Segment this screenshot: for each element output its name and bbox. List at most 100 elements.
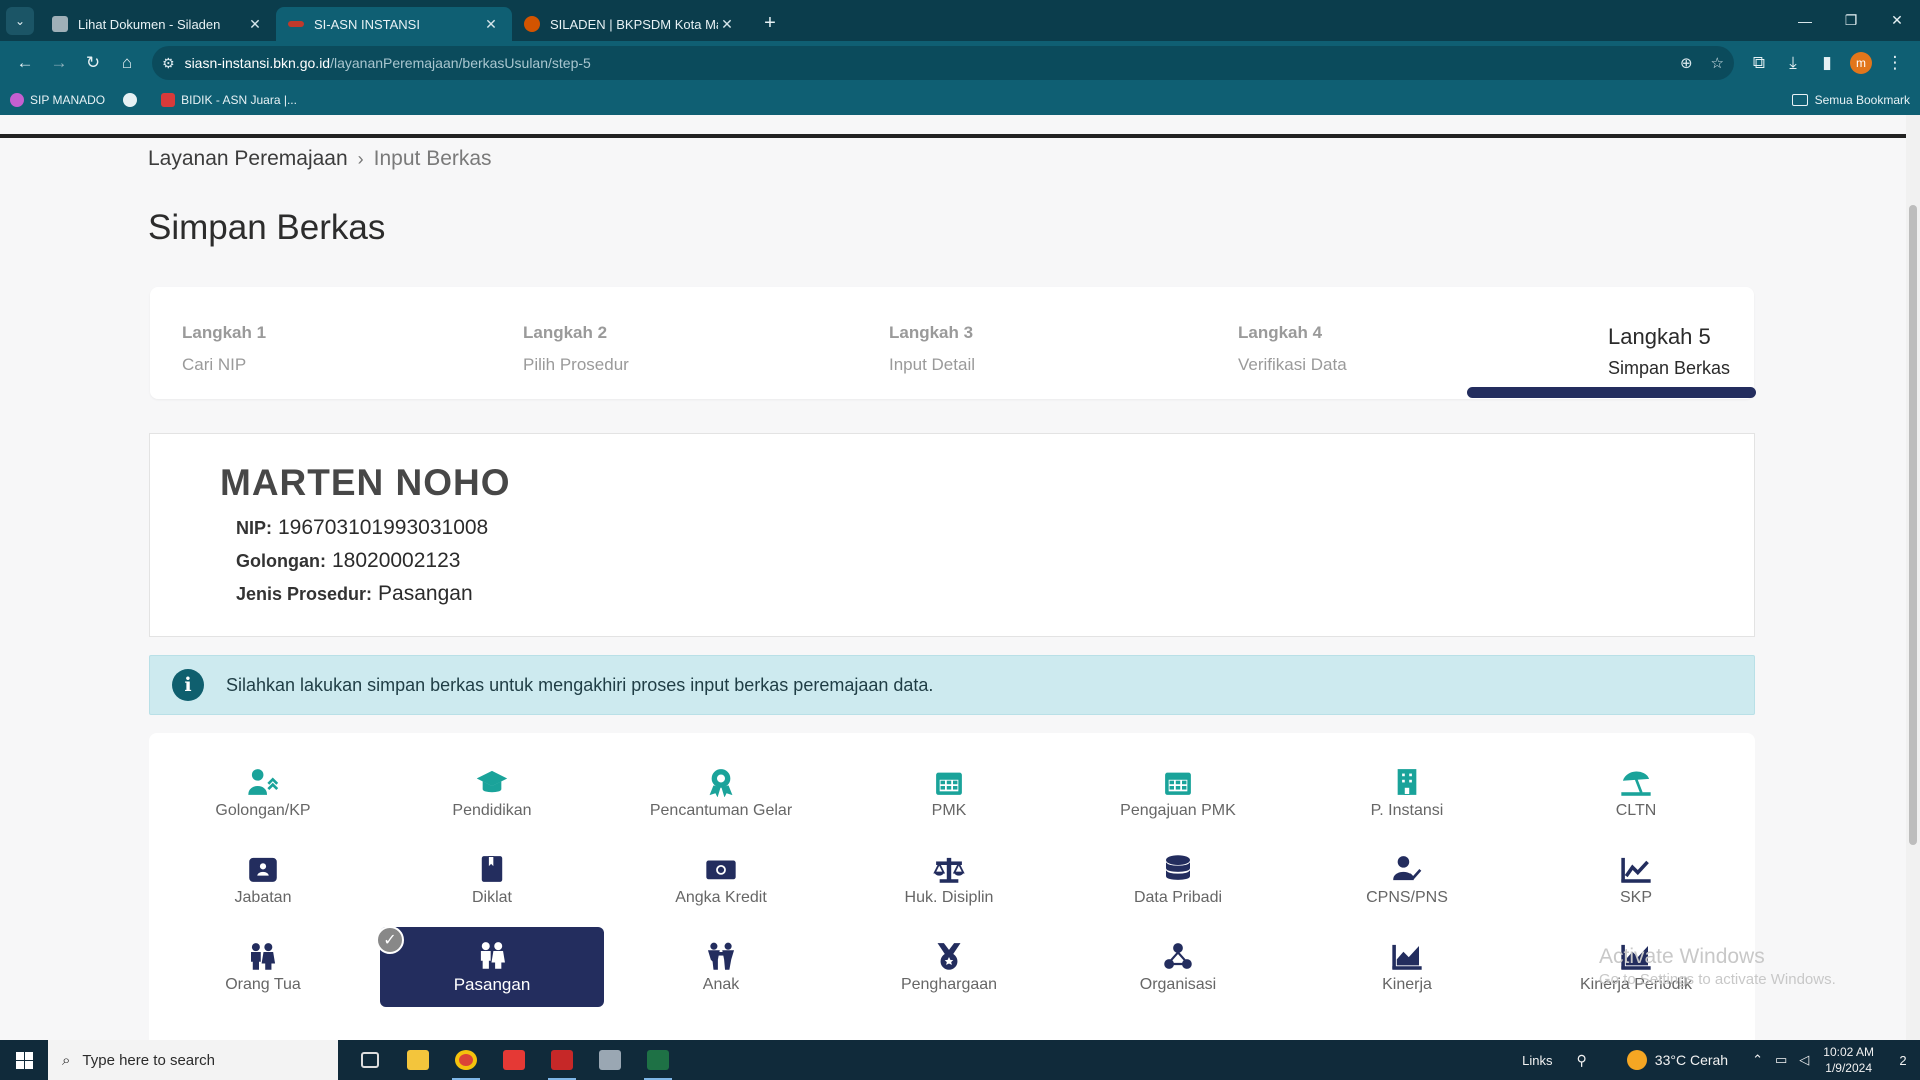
forward-icon[interactable]: →: [42, 46, 76, 80]
menu-item-cltn[interactable]: CLTN: [1524, 753, 1748, 833]
page-scrollbar[interactable]: [1906, 115, 1920, 1040]
prosedur-row: Jenis Prosedur: Pasangan: [236, 582, 473, 606]
database-icon: [1161, 853, 1195, 885]
watermark-title: Activate Windows: [1599, 945, 1765, 968]
site-settings-icon[interactable]: ⚙: [162, 55, 175, 72]
browser-tab-2[interactable]: SI-ASN INSTANSI ✕: [276, 7, 512, 41]
chevron-up-icon[interactable]: ⌃: [1752, 1052, 1763, 1068]
menu-item-organisasi[interactable]: Organisasi: [1066, 927, 1290, 1007]
step-number: Langkah 4: [1238, 323, 1323, 342]
calculator-icon[interactable]: [586, 1040, 634, 1080]
restore-icon[interactable]: ❐: [1828, 12, 1874, 29]
calendar-icon: [1161, 766, 1195, 798]
menu-item-pendidikan[interactable]: Pendidikan: [380, 753, 604, 833]
file-explorer-icon[interactable]: [394, 1040, 442, 1080]
volume-icon[interactable]: ◁: [1799, 1052, 1809, 1068]
menu-item-p-instansi[interactable]: P. Instansi: [1295, 753, 1519, 833]
address-bar[interactable]: ⚙ siasn-instansi.bkn.go.id /layananPerem…: [152, 46, 1734, 80]
reload-icon[interactable]: ↻: [76, 46, 110, 80]
task-view-icon[interactable]: [346, 1040, 394, 1080]
windows-logo-icon: [15, 1051, 33, 1069]
start-button[interactable]: [0, 1040, 48, 1080]
download-icon[interactable]: ⤓: [1776, 46, 1810, 80]
award-icon: [704, 766, 738, 798]
browser-menu-icon[interactable]: ⋮: [1878, 46, 1912, 80]
menu-item-pencantuman-gelar[interactable]: Pencantuman Gelar: [609, 753, 833, 833]
close-icon[interactable]: ✕: [482, 16, 500, 33]
bookmark-icon: [10, 93, 24, 107]
step-number: Langkah 1: [182, 323, 267, 342]
menu-item-label: Kinerja: [1382, 976, 1432, 993]
menu-item-kinerja[interactable]: Kinerja: [1295, 927, 1519, 1007]
notification-center[interactable]: 2: [1886, 1040, 1920, 1080]
browser-toolbar: ← → ↻ ⌂ ⚙ siasn-instansi.bkn.go.id /laya…: [0, 41, 1920, 85]
people-icon[interactable]: ⚲: [1577, 1052, 1587, 1069]
building-icon: [1390, 766, 1424, 798]
chrome-icon[interactable]: [442, 1040, 490, 1080]
menu-item-label: Pendidikan: [452, 802, 532, 819]
links-toolbar[interactable]: Links: [1522, 1053, 1552, 1068]
money-bill-icon: [704, 853, 738, 885]
id-badge-icon: [246, 853, 280, 885]
menu-item-golongan-kp[interactable]: Golongan/KP: [151, 753, 375, 833]
bookmark-label: BIDIK - ASN Juara |...: [181, 93, 297, 107]
breadcrumb-link[interactable]: Layanan Peremajaan: [148, 147, 348, 171]
organization-icon: [1161, 940, 1195, 972]
menu-item-diklat[interactable]: Diklat: [380, 840, 604, 920]
bookmark-globe[interactable]: [123, 93, 143, 107]
close-icon[interactable]: ✕: [246, 16, 264, 33]
step-number: Langkah 3: [889, 323, 974, 342]
menu-item-label: Organisasi: [1139, 976, 1217, 993]
chart-line-icon: [1619, 853, 1653, 885]
profile-avatar[interactable]: m: [1844, 46, 1878, 80]
bookmark-icon: [161, 93, 176, 107]
golongan-row: Golongan: 18020002123: [236, 549, 460, 573]
info-alert: i Silahkan lakukan simpan berkas untuk m…: [149, 655, 1755, 715]
scrollbar-thumb[interactable]: [1909, 205, 1917, 845]
close-icon[interactable]: ✕: [718, 16, 736, 33]
menu-item-label: P. Instansi: [1370, 802, 1444, 819]
weather-widget[interactable]: 33°C Cerah: [1626, 1050, 1728, 1070]
medal-icon: [932, 940, 966, 972]
menu-item-pmk[interactable]: PMK: [837, 753, 1061, 833]
presentation-app-icon[interactable]: [490, 1040, 538, 1080]
taskbar-search[interactable]: ⌕ Type here to search: [48, 1040, 338, 1080]
browser-tab-3[interactable]: SILADEN | BKPSDM Kota Manado ✕: [512, 7, 748, 41]
excel-icon[interactable]: [634, 1040, 682, 1080]
golongan-value: 18020002123: [331, 549, 461, 572]
menu-item-skp[interactable]: SKP: [1524, 840, 1748, 920]
bookmark-bidik[interactable]: BIDIK - ASN Juara |...: [161, 93, 297, 107]
browser-tab-1[interactable]: Lihat Dokumen - Siladen ✕: [40, 7, 276, 41]
pdf-app-icon[interactable]: [538, 1040, 586, 1080]
avatar: m: [1850, 52, 1872, 74]
minimize-icon[interactable]: —: [1782, 13, 1828, 29]
menu-item-pengajuan-pmk[interactable]: Pengajuan PMK: [1066, 753, 1290, 833]
back-icon[interactable]: ←: [8, 46, 42, 80]
clock[interactable]: 10:02 AM 1/9/2024: [1823, 1044, 1874, 1076]
menu-item-jabatan[interactable]: Jabatan: [151, 840, 375, 920]
step-label: Verifikasi Data: [1238, 355, 1347, 374]
bookmark-label: SIP MANADO: [30, 93, 106, 107]
side-panel-icon[interactable]: ▮: [1810, 46, 1844, 80]
bookmark-star-icon[interactable]: ☆: [1711, 54, 1724, 72]
menu-item-angka-kredit[interactable]: Angka Kredit: [609, 840, 833, 920]
new-tab-button[interactable]: +: [756, 9, 784, 37]
menu-item-data-pribadi[interactable]: Data Pribadi: [1066, 840, 1290, 920]
extensions-icon[interactable]: ⧉: [1742, 46, 1776, 80]
document-category-menu: Golongan/KP Pendidikan Pencantuman Gelar PM…: [149, 733, 1755, 1040]
zoom-icon[interactable]: ⊕: [1680, 54, 1693, 72]
menu-item-huk-disiplin[interactable]: Huk. Disiplin: [837, 840, 1061, 920]
all-bookmarks[interactable]: Semua Bookmark: [1791, 93, 1910, 107]
menu-item-label: Orang Tua: [225, 976, 301, 993]
tab-search-button[interactable]: ⌄: [6, 7, 34, 35]
close-window-icon[interactable]: ✕: [1874, 12, 1920, 29]
menu-item-penghargaan[interactable]: Penghargaan: [837, 927, 1061, 1007]
bookmark-sip-manado[interactable]: SIP MANADO: [10, 93, 105, 107]
menu-item-anak[interactable]: Anak: [609, 927, 833, 1007]
menu-item-cpns-pns[interactable]: CPNS/PNS: [1295, 840, 1519, 920]
menu-item-orang-tua[interactable]: Orang Tua: [151, 927, 375, 1007]
network-icon[interactable]: ▭: [1775, 1052, 1787, 1068]
menu-item-pasangan[interactable]: Pasangan: [380, 927, 604, 1007]
home-icon[interactable]: ⌂: [110, 46, 144, 80]
menu-item-label: Anak: [702, 976, 740, 993]
